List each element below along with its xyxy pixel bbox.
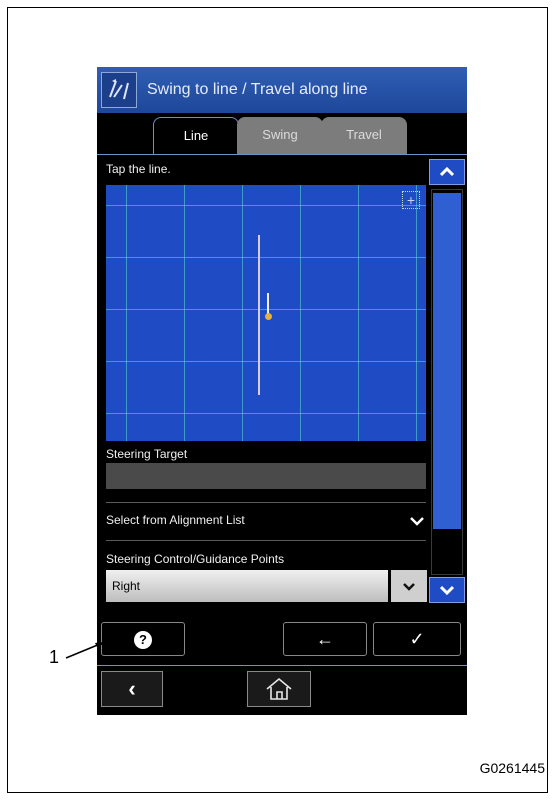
divider bbox=[106, 540, 426, 541]
alignment-list-label: Select from Alignment List bbox=[106, 513, 245, 527]
window-title: Swing to line / Travel along line bbox=[147, 81, 368, 98]
chevron-down-icon bbox=[403, 583, 415, 591]
instruction-text: Tap the line. bbox=[106, 162, 171, 176]
scroll-up-button[interactable] bbox=[429, 159, 465, 185]
tab-travel[interactable]: Travel bbox=[321, 117, 407, 155]
map-view[interactable]: + bbox=[106, 185, 426, 441]
chevron-up-icon bbox=[439, 166, 455, 177]
guidance-points-select[interactable]: Right bbox=[106, 570, 388, 602]
tab-swing[interactable]: Swing bbox=[237, 117, 323, 155]
figure-code: G0261445 bbox=[479, 760, 545, 776]
title-bar: Swing to line / Travel along line bbox=[97, 67, 467, 113]
nav-back-button[interactable]: ‹ bbox=[101, 671, 163, 707]
confirm-button[interactable]: ✓ bbox=[373, 622, 461, 656]
tab-line[interactable]: Line bbox=[153, 117, 239, 155]
chevron-down-icon bbox=[410, 513, 424, 529]
back-arrow-button[interactable]: ← bbox=[283, 622, 367, 656]
tab-bar: Line Swing Travel bbox=[97, 113, 467, 155]
nav-bar: ‹ bbox=[97, 669, 467, 713]
chevron-down-icon bbox=[439, 585, 455, 596]
scroll-down-button[interactable] bbox=[429, 577, 465, 603]
zoom-fit-icon[interactable]: + bbox=[402, 191, 420, 209]
guidance-points-dropdown-button[interactable] bbox=[391, 570, 427, 602]
scroll-thumb[interactable] bbox=[433, 193, 461, 529]
scrollbar[interactable] bbox=[429, 159, 465, 605]
divider bbox=[97, 665, 467, 666]
line-panel: Tap the line. + Steering Target Select f… bbox=[97, 155, 427, 605]
action-bar: ? ← ✓ bbox=[97, 622, 467, 660]
device-screen: Swing to line / Travel along line Line S… bbox=[97, 67, 467, 715]
guidance-points-label: Steering Control/Guidance Points bbox=[106, 552, 285, 566]
steering-target-field[interactable] bbox=[106, 463, 426, 489]
steering-target-label: Steering Target bbox=[106, 447, 188, 461]
callout-arrow-icon bbox=[65, 642, 104, 659]
callout-number: 1 bbox=[49, 647, 60, 667]
machine-marker-icon bbox=[265, 293, 272, 323]
home-button[interactable] bbox=[247, 671, 311, 707]
alignment-line[interactable] bbox=[258, 235, 260, 395]
help-button[interactable]: ? bbox=[101, 622, 185, 656]
alignment-list-row[interactable]: Select from Alignment List bbox=[106, 513, 426, 527]
help-icon: ? bbox=[134, 631, 152, 650]
home-icon bbox=[266, 677, 292, 700]
divider bbox=[106, 502, 426, 503]
line-guidance-icon bbox=[101, 72, 137, 108]
